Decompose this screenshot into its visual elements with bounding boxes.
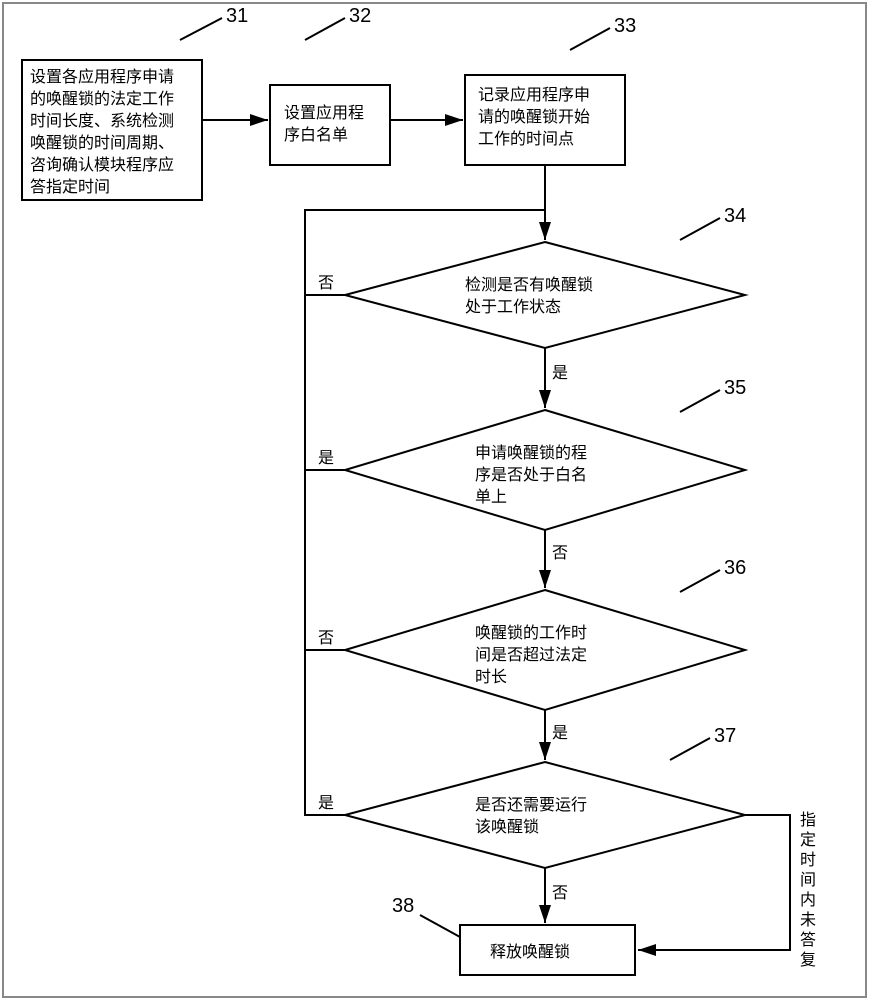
- svg-text:间是否超过法定: 间是否超过法定: [475, 646, 587, 664]
- svg-text:申请唤醒锁的程: 申请唤醒锁的程: [475, 444, 587, 462]
- box33-line2: 请的唤醒锁开始: [478, 108, 590, 126]
- svg-text:否: 否: [318, 630, 334, 647]
- label-34: 34: [724, 205, 746, 227]
- svg-text:否: 否: [552, 885, 568, 902]
- svg-text:的唤醒锁的法定工作: 的唤醒锁的法定工作: [30, 90, 174, 108]
- box35-line2: 序是否处于白名: [475, 466, 587, 484]
- svg-text:35: 35: [724, 377, 746, 399]
- edge-36-no: 否: [318, 630, 334, 647]
- svg-text:请的唤醒锁开始: 请的唤醒锁开始: [478, 108, 590, 126]
- label-37: 37: [714, 725, 736, 747]
- svg-text:该唤醒锁: 该唤醒锁: [475, 818, 539, 836]
- box31-line4: 唤醒锁的时间周期、: [30, 134, 174, 152]
- svg-text:指: 指: [800, 811, 816, 829]
- box31-line3: 时间长度、系统检测: [30, 112, 174, 130]
- edge-37-timeout-l1: 指: [800, 811, 816, 829]
- svg-text:处于工作状态: 处于工作状态: [465, 298, 561, 316]
- edge-37-timeout-l5: 内: [800, 891, 816, 909]
- edge-34-no: 否: [318, 275, 334, 292]
- svg-text:序是否处于白名: 序是否处于白名: [475, 466, 587, 484]
- svg-text:时: 时: [800, 851, 816, 869]
- box32-line2: 序白名单: [284, 126, 348, 144]
- svg-text:答指定时间: 答指定时间: [30, 178, 110, 196]
- svg-text:设置各应用程序申请: 设置各应用程序申请: [30, 67, 174, 86]
- svg-text:是: 是: [318, 795, 334, 812]
- svg-text:38: 38: [392, 895, 414, 917]
- svg-text:唤醒锁的工作时: 唤醒锁的工作时: [475, 624, 587, 642]
- svg-text:是: 是: [552, 365, 568, 382]
- box35-line1: 申请唤醒锁的程: [475, 444, 587, 462]
- box33-line3: 工作的时间点: [478, 130, 574, 148]
- edge-34-yes: 是: [552, 365, 568, 382]
- svg-text:37: 37: [714, 725, 736, 747]
- svg-text:咨询确认模块程序应: 咨询确认模块程序应: [30, 155, 174, 174]
- box33-line1: 记录应用程序申: [478, 85, 590, 104]
- edge-37-timeout-l2: 定: [800, 831, 816, 849]
- edge-37-timeout-l3: 时: [800, 851, 816, 869]
- box34-line1: 检测是否有唤醒锁: [465, 276, 593, 294]
- svg-text:工作的时间点: 工作的时间点: [478, 130, 574, 148]
- svg-text:间: 间: [800, 871, 816, 889]
- box34-line2: 处于工作状态: [465, 298, 561, 316]
- svg-text:否: 否: [318, 275, 334, 292]
- svg-text:释放唤醒锁: 释放唤醒锁: [490, 943, 570, 961]
- svg-text:是: 是: [552, 725, 568, 742]
- svg-text:唤醒锁的时间周期、: 唤醒锁的时间周期、: [30, 134, 174, 152]
- svg-text:记录应用程序申: 记录应用程序申: [478, 85, 590, 104]
- decision-34: [345, 242, 745, 348]
- svg-text:时间长度、系统检测: 时间长度、系统检测: [30, 112, 174, 130]
- label-33: 33: [614, 15, 636, 37]
- box31-line1: 设置各应用程序申请: [30, 67, 174, 86]
- decision-37: [345, 762, 745, 868]
- box36-line3: 时长: [475, 668, 507, 686]
- box38-text: 释放唤醒锁: [490, 943, 570, 961]
- label-31: 31: [226, 5, 248, 27]
- edge-37-timeout-l8: 复: [800, 951, 816, 969]
- box31-line6: 答指定时间: [30, 178, 110, 196]
- svg-text:32: 32: [349, 5, 371, 27]
- svg-text:时长: 时长: [475, 668, 507, 686]
- svg-text:31: 31: [226, 5, 248, 27]
- svg-text:未: 未: [800, 911, 816, 929]
- box31-line5: 咨询确认模块程序应: [30, 155, 174, 174]
- box37-line2: 该唤醒锁: [475, 818, 539, 836]
- svg-text:是否还需要运行: 是否还需要运行: [475, 796, 587, 814]
- process-box-32: [270, 85, 390, 165]
- box37-line1: 是否还需要运行: [475, 796, 587, 814]
- box31-line2: 的唤醒锁的法定工作: [30, 90, 174, 108]
- flowchart-diagram: 设置各应用程序申请 的唤醒锁的法定工作 时间长度、系统检测 唤醒锁的时间周期、 …: [0, 0, 869, 1000]
- edge-37-no: 否: [552, 885, 568, 902]
- svg-text:36: 36: [724, 557, 746, 579]
- svg-text:是: 是: [318, 450, 334, 467]
- svg-text:单上: 单上: [475, 488, 507, 506]
- svg-text:设置应用程: 设置应用程: [284, 103, 364, 122]
- label-35: 35: [724, 377, 746, 399]
- edge-37-timeout-l4: 间: [800, 871, 816, 889]
- edge-36-yes: 是: [552, 725, 568, 742]
- edge-35-no: 否: [552, 545, 568, 562]
- svg-text:内: 内: [800, 891, 816, 909]
- label-38: 38: [392, 895, 414, 917]
- edge-35-yes: 是: [318, 450, 334, 467]
- edge-37-yes: 是: [318, 795, 334, 812]
- svg-text:33: 33: [614, 15, 636, 37]
- edge-37-timeout-l7: 答: [800, 931, 816, 949]
- svg-text:答: 答: [800, 931, 816, 949]
- box35-line3: 单上: [475, 488, 507, 506]
- box36-line1: 唤醒锁的工作时: [475, 624, 587, 642]
- svg-text:检测是否有唤醒锁: 检测是否有唤醒锁: [465, 276, 593, 294]
- box32-line1: 设置应用程: [284, 103, 364, 122]
- edge-37-timeout-l6: 未: [800, 911, 816, 929]
- label-32: 32: [349, 5, 371, 27]
- label-36: 36: [724, 557, 746, 579]
- svg-text:否: 否: [552, 545, 568, 562]
- svg-text:34: 34: [724, 205, 746, 227]
- svg-text:序白名单: 序白名单: [284, 126, 348, 144]
- box36-line2: 间是否超过法定: [475, 646, 587, 664]
- svg-text:定: 定: [800, 831, 816, 849]
- svg-text:复: 复: [800, 951, 816, 969]
